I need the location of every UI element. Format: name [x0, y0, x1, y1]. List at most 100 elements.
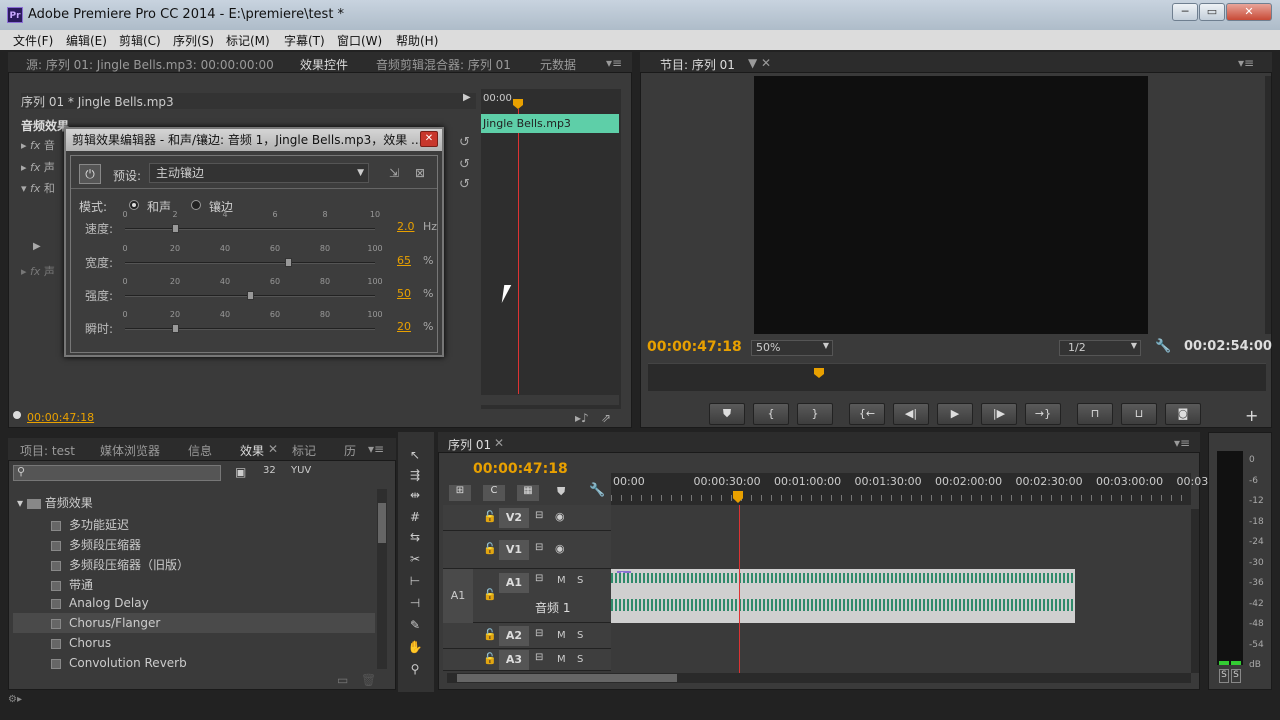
timeline-settings-icon[interactable]: 🔧 [589, 483, 605, 498]
tab-media-browser[interactable]: 媒体浏览器 [100, 442, 160, 459]
export-icon[interactable]: ⇗ [601, 411, 611, 425]
power-icon[interactable]: ⏻ [79, 164, 101, 184]
track-target[interactable]: A2 [499, 626, 529, 646]
track-target[interactable]: V2 [499, 508, 529, 528]
menu-help[interactable]: 帮助(H) [396, 32, 438, 49]
sequence-close-icon[interactable]: ✕ [494, 436, 504, 450]
go-to-in-icon[interactable]: {← [849, 403, 885, 425]
effect-row-1[interactable]: ▸ fx 音 [21, 137, 55, 153]
solo-left-button[interactable]: S [1219, 669, 1229, 683]
tab-effect-controls[interactable]: 效果控件 [300, 56, 348, 73]
timeline-menu-icon[interactable]: ▾≡ [1174, 436, 1190, 450]
track-select-tool-icon[interactable]: ⇶ [404, 468, 426, 486]
sync-lock-icon[interactable]: ⊟ [535, 510, 543, 521]
menu-title[interactable]: 字幕(T) [284, 32, 325, 49]
dialog-close-button[interactable]: ✕ [420, 131, 438, 147]
sync-lock-icon[interactable]: ⊟ [535, 573, 543, 584]
list-item[interactable]: Chorus [13, 633, 375, 653]
solo-button[interactable]: S [577, 630, 583, 641]
lock-icon[interactable]: 🔓 [483, 510, 497, 523]
mark-in-icon[interactable]: { [753, 403, 789, 425]
playhead-icon[interactable] [513, 99, 523, 109]
collapse-arrow-icon[interactable]: ▶ [33, 241, 41, 252]
sync-lock-icon[interactable]: ⊟ [535, 628, 543, 639]
ripple-edit-tool-icon[interactable]: ⇹ [404, 488, 426, 506]
timeline-ruler[interactable]: 00:00 00:00:30:00 00:01:00:00 00:01:30:00 00… [611, 473, 1226, 505]
go-to-out-icon[interactable]: →} [1025, 403, 1061, 425]
effects-scrollbar[interactable] [377, 489, 387, 669]
tab-markers[interactable]: 标记 [292, 442, 316, 459]
tab-metadata[interactable]: 元数据 [540, 56, 576, 73]
effect-row-4[interactable]: ▸ fx 声 [21, 263, 55, 279]
mode-chorus-radio[interactable] [129, 200, 139, 210]
add-marker-timeline-icon[interactable]: ⛊ [557, 485, 565, 499]
clip-bar[interactable]: Jingle Bells.mp3 [481, 114, 619, 133]
yuv-effects-icon[interactable]: YUV [291, 465, 311, 476]
export-frame-icon[interactable]: ◙ [1165, 403, 1201, 425]
lock-icon[interactable]: 🔓 [483, 542, 497, 555]
pen-tool-icon[interactable]: ✎ [404, 618, 426, 636]
list-item[interactable]: Chorus/Flanger [13, 613, 375, 633]
tab-effects[interactable]: 效果 [240, 442, 264, 459]
mark-out-icon[interactable]: } [797, 403, 833, 425]
lock-icon[interactable]: 🔓 [483, 652, 497, 665]
audio-clip-jingle-bells[interactable]: fx [611, 569, 1075, 623]
slider-value[interactable]: 20 [397, 320, 411, 333]
menu-marker[interactable]: 标记(M) [226, 32, 270, 49]
preset-dropdown[interactable]: 主动镶边 ▼ [149, 163, 369, 183]
sync-lock-icon[interactable]: ⊟ [535, 542, 543, 553]
reset-icon-3[interactable]: ↺ [459, 177, 470, 192]
nest-icon[interactable]: ⊞ [449, 485, 471, 501]
slider-track[interactable] [125, 224, 375, 233]
track-target[interactable]: A3 [499, 650, 529, 670]
selection-tool-icon[interactable]: ↖ [404, 448, 426, 466]
filter-icon[interactable]: ▸♪ [575, 411, 589, 425]
slide-tool-icon[interactable]: ⊣ [404, 596, 426, 614]
effects-search-input[interactable]: ⚲ [13, 465, 221, 481]
menu-clip[interactable]: 剪辑(C) [119, 32, 161, 49]
project-menu-icon[interactable]: ▾≡ [368, 442, 384, 456]
tab-project[interactable]: 项目: test [20, 442, 75, 459]
solo-right-button[interactable]: S [1231, 669, 1241, 683]
zoom-tool-icon[interactable]: ⚲ [404, 662, 426, 680]
slider-thumb[interactable] [284, 258, 292, 267]
tab-program[interactable]: 节目: 序列 01 [660, 56, 735, 73]
eye-icon[interactable]: ◉ [555, 510, 565, 523]
mute-button[interactable]: M [557, 630, 566, 641]
step-back-icon[interactable]: ◀| [893, 403, 929, 425]
list-item[interactable]: 多频段压缩器（旧版） [13, 553, 375, 573]
list-item[interactable]: 带通 [13, 573, 375, 593]
slider-track[interactable] [125, 258, 375, 267]
eye-icon[interactable]: ◉ [555, 542, 565, 555]
source-patch[interactable]: A1 [443, 569, 473, 623]
lock-icon[interactable]: 🔓 [483, 628, 497, 641]
slider-value[interactable]: 65 [397, 254, 411, 267]
timeline-hscroll[interactable] [447, 673, 1191, 683]
solo-button[interactable]: S [577, 575, 583, 586]
slider-track[interactable] [125, 324, 375, 333]
zoom-select[interactable]: 50% ▼ [751, 340, 833, 356]
effect-row-2[interactable]: ▸ fx 声 [21, 159, 55, 175]
slider-track[interactable] [125, 291, 375, 300]
add-marker-icon[interactable]: ⛊ [709, 403, 745, 425]
save-preset-icon[interactable]: ⇲ [389, 166, 399, 180]
panel-menu-icon[interactable]: ▾≡ [606, 56, 622, 70]
slip-tool-icon[interactable]: ⊢ [404, 574, 426, 592]
delete-preset-icon[interactable]: ⊠ [415, 166, 425, 180]
sync-lock-icon[interactable]: ⊟ [535, 652, 543, 663]
tab-history[interactable]: 历 [344, 442, 356, 459]
slider-thumb[interactable] [247, 291, 254, 300]
mode-flanger-radio[interactable] [191, 200, 201, 210]
delete-icon[interactable]: 🗑 [361, 673, 376, 687]
step-forward-icon[interactable]: |▶ [981, 403, 1017, 425]
add-button-icon[interactable]: + [1245, 406, 1258, 425]
program-playhead-icon[interactable] [814, 368, 824, 378]
tab-info[interactable]: 信息 [188, 442, 212, 459]
list-item[interactable]: 多频段压缩器 [13, 533, 375, 553]
list-item[interactable]: Analog Delay [13, 593, 375, 613]
monitor-scrollbar[interactable] [1265, 76, 1271, 334]
slider-value[interactable]: 50 [397, 287, 411, 300]
accelerated-effects-icon[interactable]: ▣ [235, 465, 246, 479]
tab-source[interactable]: 源: 序列 01: Jingle Bells.mp3: 00:00:00:00 [26, 56, 274, 73]
menu-file[interactable]: 文件(F) [13, 32, 53, 49]
